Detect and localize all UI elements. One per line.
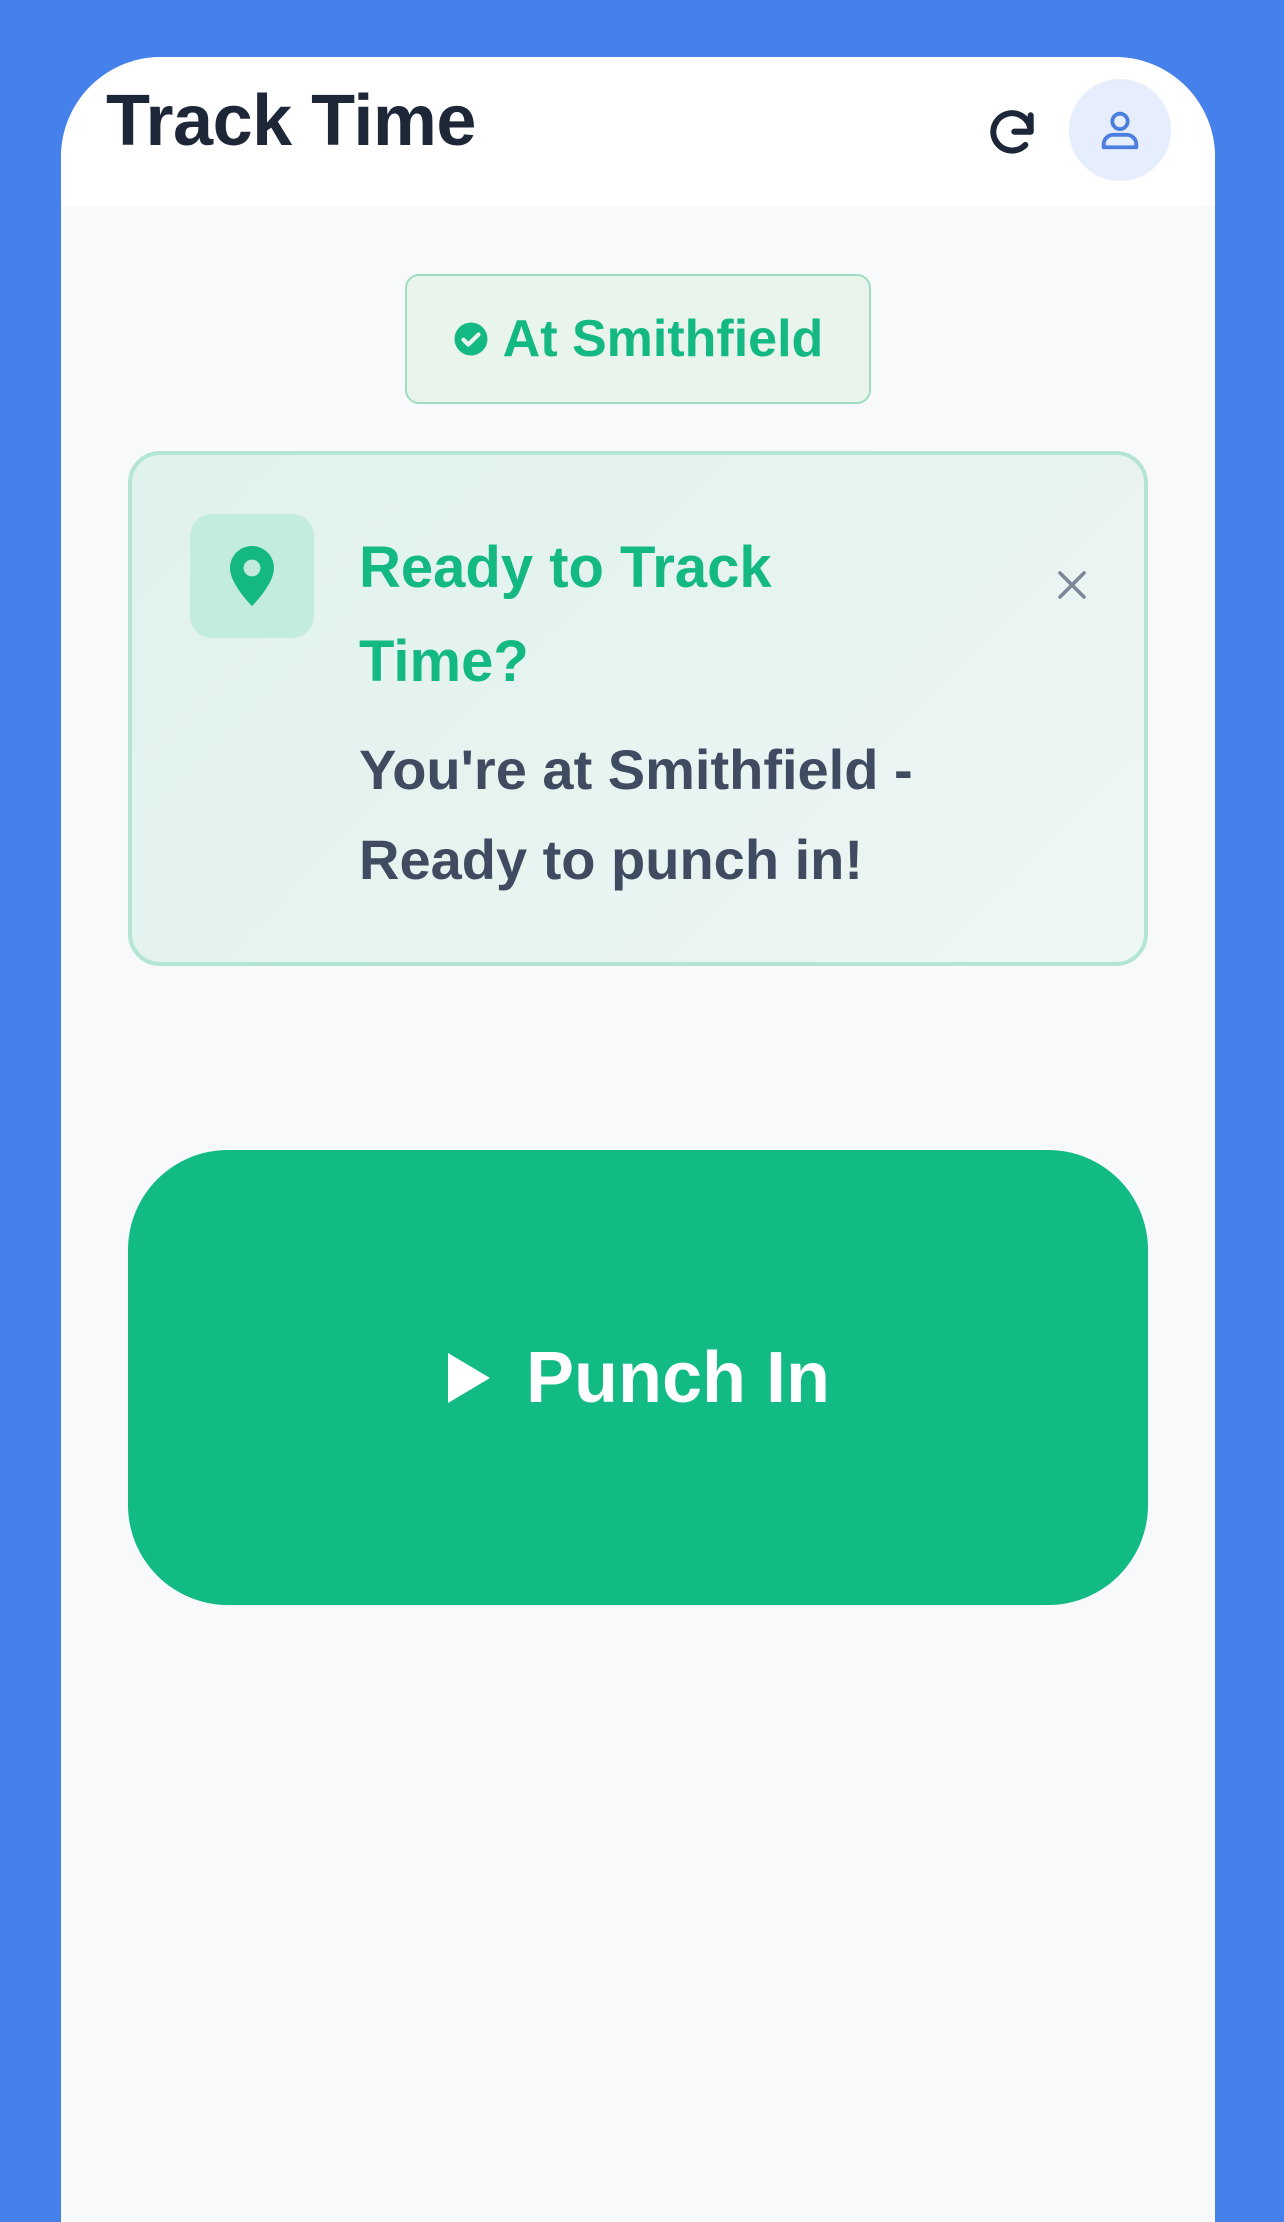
location-icon-tile [190,514,314,638]
app-screen: Track Time At Smithfield Ready to Track … [61,57,1215,2222]
location-status-badge: At Smithfield [405,274,871,404]
refresh-button[interactable] [973,95,1051,173]
app-header: Track Time [61,57,1215,206]
close-icon [1058,571,1086,599]
play-icon [448,1352,490,1403]
location-pin-icon [230,546,274,606]
check-circle-icon [454,322,488,356]
card-title: Ready to Track Time? [359,535,772,694]
ready-prompt-card: Ready to Track Time? You're at Smithfiel… [128,451,1148,966]
dismiss-card-button[interactable] [1044,557,1100,613]
card-message: You're at Smithfield - Ready to punch in… [359,738,913,891]
refresh-icon [990,110,1034,154]
profile-button[interactable] [1069,79,1171,181]
user-icon [1101,111,1139,150]
punch-in-label: Punch In [526,1337,830,1418]
location-status-label: At Smithfield [502,310,824,368]
punch-in-button[interactable]: Punch In [128,1150,1148,1605]
page-title: Track Time [106,81,476,161]
